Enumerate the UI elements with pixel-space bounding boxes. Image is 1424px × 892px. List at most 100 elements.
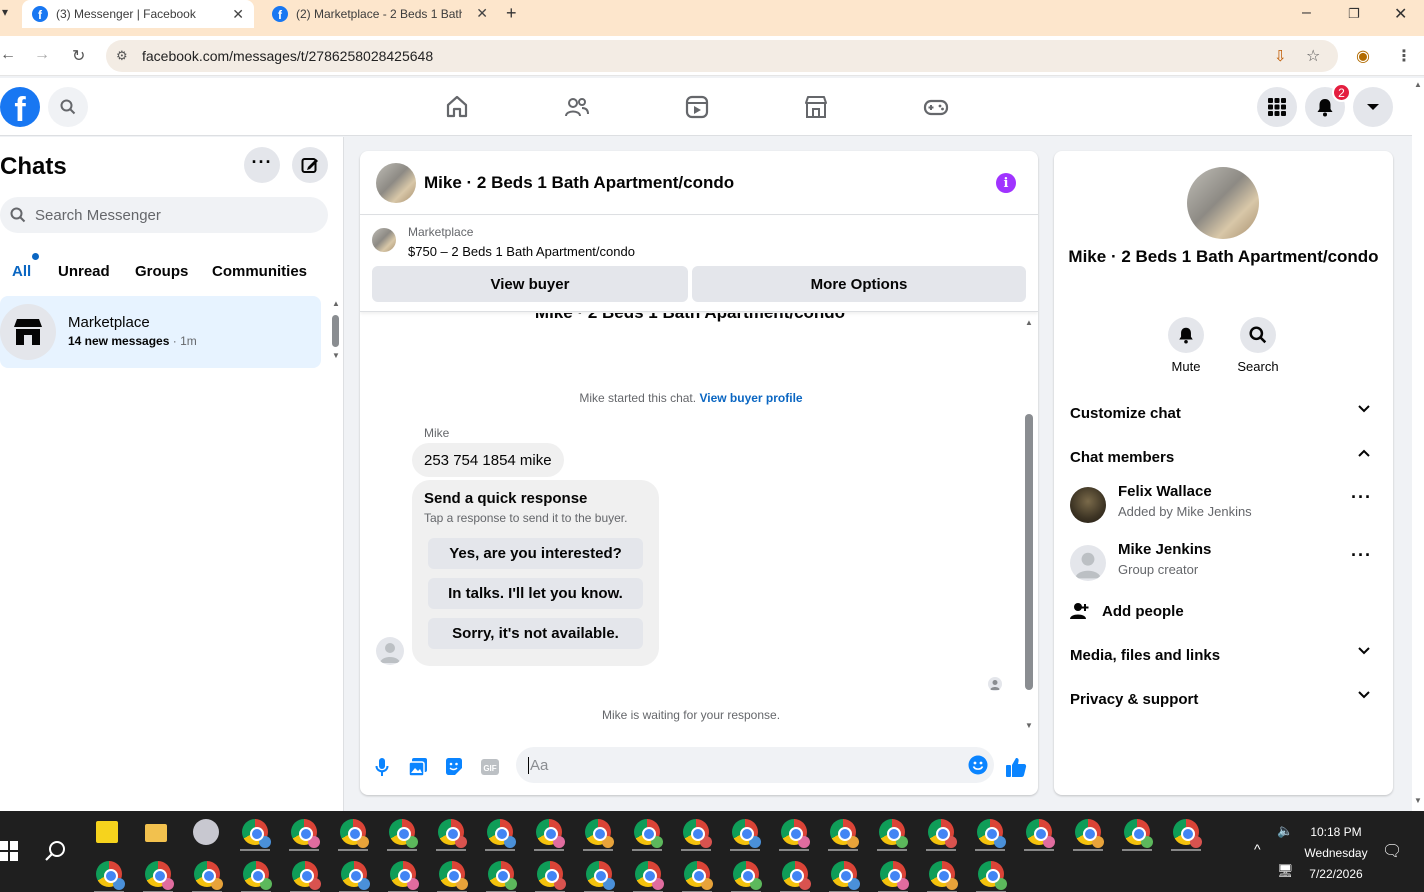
chrome-taskbar-icon[interactable] xyxy=(929,861,958,890)
chrome-taskbar-icon[interactable] xyxy=(782,861,811,890)
search-action[interactable]: Search xyxy=(1228,317,1288,374)
mute-action[interactable]: Mute xyxy=(1156,317,1216,374)
chrome-taskbar-icon[interactable] xyxy=(634,819,663,848)
notification-center-icon[interactable]: 🗨 xyxy=(1382,841,1402,861)
chrome-taskbar-icon[interactable] xyxy=(585,819,614,848)
chrome-taskbar-icon[interactable] xyxy=(145,861,174,890)
chrome-taskbar-icon[interactable] xyxy=(194,861,223,890)
scroll-thumb[interactable] xyxy=(1025,414,1033,690)
account-menu-button[interactable] xyxy=(1353,87,1393,127)
scroll-down-icon[interactable]: ▼ xyxy=(1414,796,1422,805)
chrome-taskbar-icon[interactable] xyxy=(928,819,957,848)
chrome-taskbar-icon[interactable] xyxy=(341,861,370,890)
chrome-taskbar-icon[interactable] xyxy=(977,819,1006,848)
chrome-taskbar-icon[interactable] xyxy=(487,819,516,848)
sender-avatar[interactable] xyxy=(376,637,404,665)
chrome-taskbar-icon[interactable] xyxy=(242,819,271,848)
home-icon[interactable] xyxy=(444,94,470,120)
privacy-support-section[interactable]: Privacy & support xyxy=(1070,677,1380,721)
windows-start-icon[interactable] xyxy=(0,841,18,861)
folder-taskbar-icon[interactable] xyxy=(145,824,167,842)
chat-options-button[interactable]: ··· xyxy=(244,147,280,183)
watch-icon[interactable] xyxy=(684,94,710,120)
tab-marketplace[interactable]: f (2) Marketplace - 2 Beds 1 Bath ✕ xyxy=(262,0,498,27)
scroll-up-icon[interactable]: ▲ xyxy=(1414,80,1422,89)
chrome-taskbar-icon[interactable] xyxy=(1026,819,1055,848)
chrome-taskbar-icon[interactable] xyxy=(978,861,1007,890)
search-in-chat-button[interactable] xyxy=(1240,317,1276,353)
customize-chat-section[interactable]: Customize chat xyxy=(1070,391,1380,435)
voice-clip-icon[interactable] xyxy=(370,755,394,779)
new-message-button[interactable] xyxy=(292,147,328,183)
sidebar-scrollbar[interactable]: ▲ ▼ xyxy=(330,299,340,365)
taskbar-search-icon[interactable] xyxy=(45,840,67,862)
chrome-taskbar-icon[interactable] xyxy=(586,861,615,890)
menu-apps-button[interactable] xyxy=(1257,87,1297,127)
chrome-taskbar-icon[interactable] xyxy=(683,819,712,848)
member-options-icon[interactable]: ··· xyxy=(1351,545,1372,566)
message-bubble[interactable]: 253 754 1854 mike xyxy=(412,443,564,477)
chrome-taskbar-icon[interactable] xyxy=(96,861,125,890)
chat-list-item-marketplace[interactable]: Marketplace 14 new messages · 1m xyxy=(0,296,321,368)
media-files-links-section[interactable]: Media, files and links xyxy=(1070,633,1380,677)
show-hidden-icons-icon[interactable]: ^ xyxy=(1254,841,1261,857)
member-avatar[interactable] xyxy=(1070,545,1106,581)
chrome-taskbar-icon[interactable] xyxy=(291,819,320,848)
quick-reply-not-available[interactable]: Sorry, it's not available. xyxy=(428,618,643,649)
filter-unread[interactable]: Unread xyxy=(46,253,122,289)
search-facebook-button[interactable] xyxy=(48,87,88,127)
chat-members-section[interactable]: Chat members xyxy=(1070,435,1380,479)
listing-price-title[interactable]: $750 – 2 Beds 1 Bath Apartment/condo xyxy=(408,244,635,259)
mute-button[interactable] xyxy=(1168,317,1204,353)
bookmark-star-icon[interactable]: ☆ xyxy=(1306,46,1320,66)
conversation-title[interactable]: Mike · 2 Beds 1 Bath Apartment/condo xyxy=(424,173,734,193)
tab-list-icon[interactable]: ▾ xyxy=(2,5,8,19)
notifications-button[interactable]: 2 xyxy=(1305,83,1351,127)
chat-photo[interactable] xyxy=(1187,167,1259,239)
add-people-button[interactable]: Add people xyxy=(1070,589,1380,633)
chrome-taskbar-icon[interactable] xyxy=(390,861,419,890)
back-icon[interactable]: ← xyxy=(0,46,16,64)
thread-scrollbar[interactable]: ▲ ▼ xyxy=(1024,316,1034,731)
page-scrollbar[interactable]: ▲ ▼ xyxy=(1412,78,1424,811)
scroll-thumb[interactable] xyxy=(332,315,339,347)
chrome-taskbar-icon[interactable] xyxy=(635,861,664,890)
close-tab-icon[interactable]: ✕ xyxy=(232,6,244,23)
tab-messenger[interactable]: f (3) Messenger | Facebook ✕ xyxy=(22,0,254,28)
view-buyer-profile-link[interactable]: View buyer profile xyxy=(699,391,802,405)
omnibox[interactable]: ⚙ facebook.com/messages/t/27862580284256… xyxy=(106,40,1338,72)
quick-reply-interested[interactable]: Yes, are you interested? xyxy=(428,538,643,569)
minimize-icon[interactable]: – xyxy=(1302,4,1311,22)
scroll-down-icon[interactable]: ▼ xyxy=(332,351,340,360)
reload-icon[interactable]: ↻ xyxy=(72,46,85,66)
chrome-taskbar-icon[interactable] xyxy=(243,861,272,890)
scroll-up-icon[interactable]: ▲ xyxy=(1025,318,1033,327)
close-tab-icon[interactable]: ✕ xyxy=(476,5,488,22)
restore-icon[interactable]: ❐ xyxy=(1348,6,1360,22)
close-window-icon[interactable]: ✕ xyxy=(1394,4,1407,24)
scroll-down-icon[interactable]: ▼ xyxy=(1025,721,1033,730)
profile-icon[interactable]: ◉ xyxy=(1356,46,1370,66)
chrome-taskbar-icon[interactable] xyxy=(1173,819,1202,848)
url-text[interactable]: facebook.com/messages/t/2786258028425648 xyxy=(142,48,433,64)
friends-icon[interactable] xyxy=(564,94,590,120)
site-info-icon[interactable]: ⚙ xyxy=(116,48,128,64)
chrome-taskbar-icon[interactable] xyxy=(684,861,713,890)
chrome-taskbar-icon[interactable] xyxy=(1075,819,1104,848)
search-messenger-input[interactable]: Search Messenger xyxy=(0,197,328,233)
message-input[interactable]: Aa xyxy=(516,747,994,783)
chrome-taskbar-icon[interactable] xyxy=(439,861,468,890)
listing-thumbnail[interactable] xyxy=(376,163,416,203)
chrome-taskbar-icon[interactable] xyxy=(1124,819,1153,848)
thumbs-up-icon[interactable] xyxy=(1004,755,1028,779)
notes-taskbar-icon[interactable] xyxy=(96,821,118,843)
taskbar-clock[interactable]: 10:18 PM Wednesday 7/22/2026 xyxy=(1296,822,1376,885)
network-icon[interactable]: 🖥 xyxy=(1277,863,1294,879)
emoji-icon[interactable] xyxy=(968,755,988,775)
chrome-taskbar-icon[interactable] xyxy=(292,861,321,890)
chrome-taskbar-icon[interactable] xyxy=(488,861,517,890)
chrome-taskbar-icon[interactable] xyxy=(733,861,762,890)
chrome-taskbar-icon[interactable] xyxy=(732,819,761,848)
forward-icon[interactable]: → xyxy=(34,46,50,64)
chrome-taskbar-icon[interactable] xyxy=(830,819,859,848)
